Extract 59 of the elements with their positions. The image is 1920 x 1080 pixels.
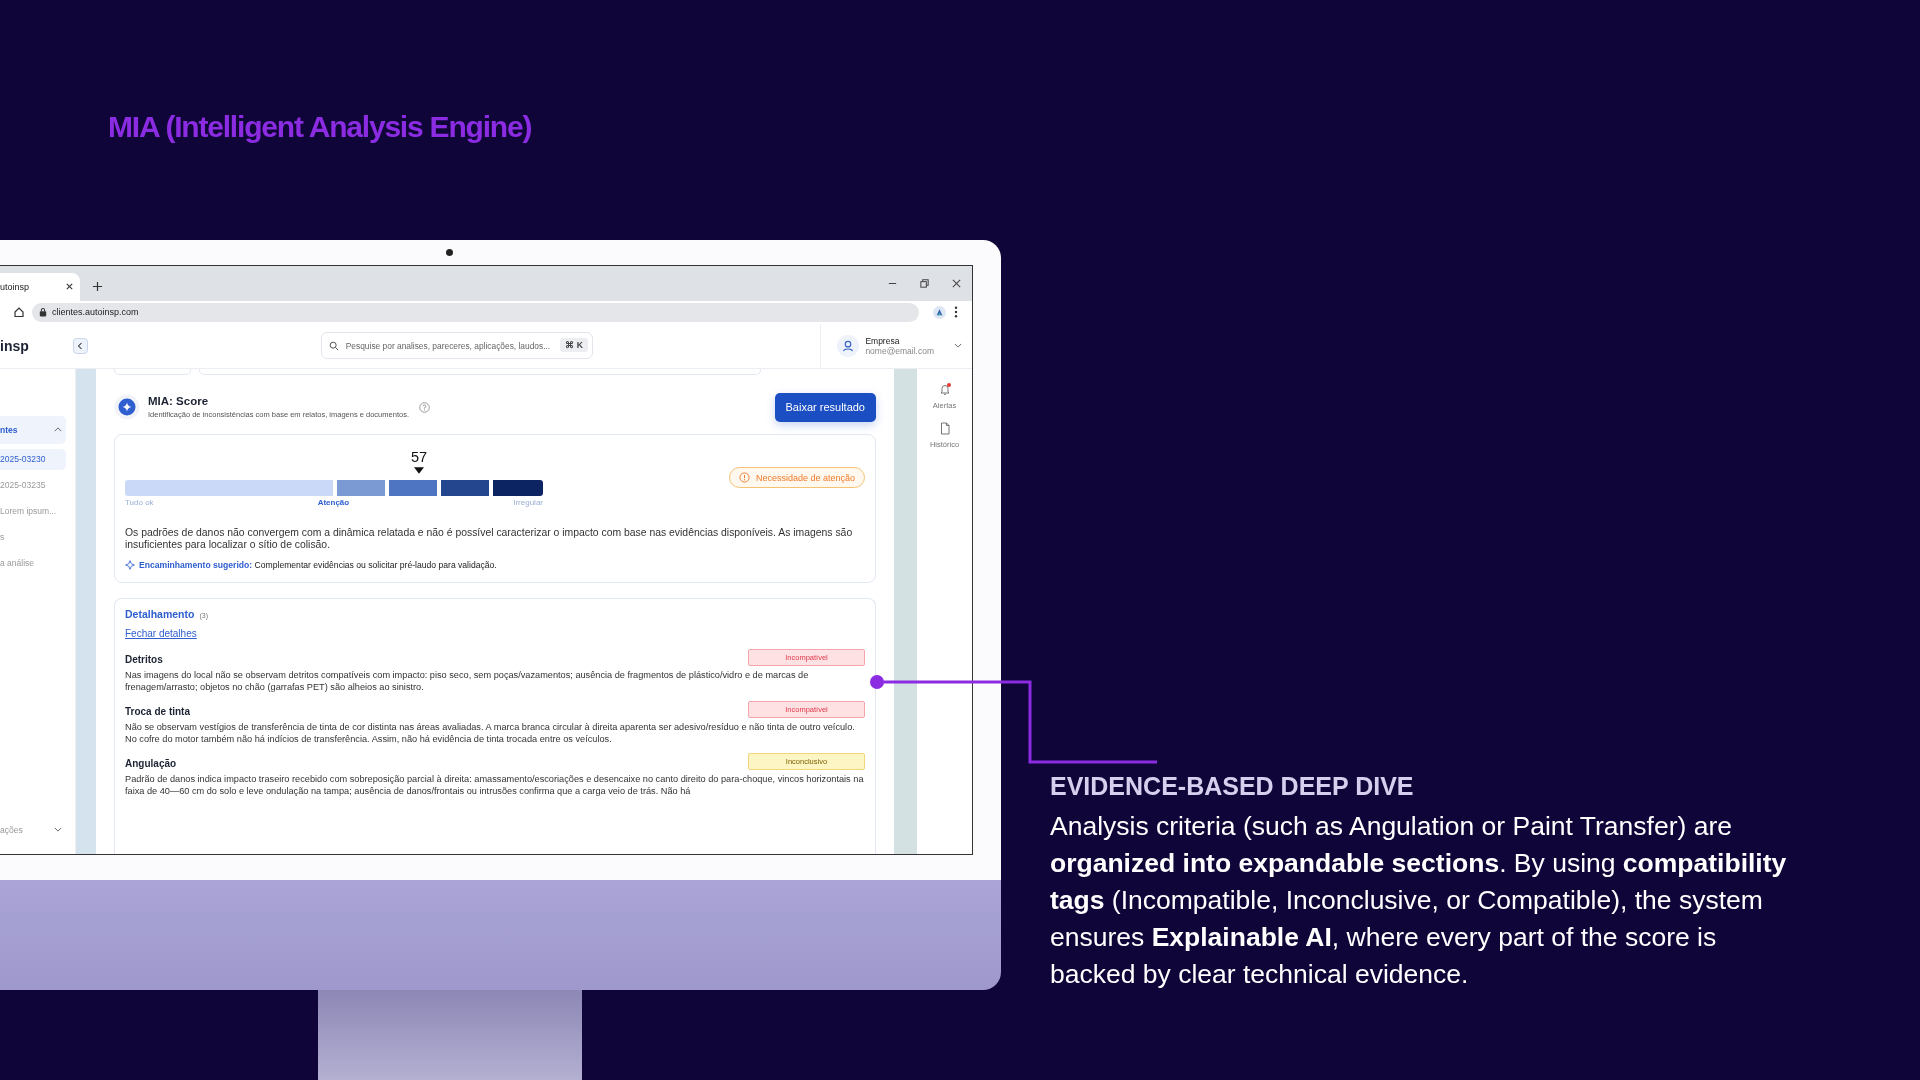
home-icon[interactable] [13, 306, 25, 319]
criterion-title: Detritos [125, 653, 163, 666]
callout-text: Analysis criteria (such as Angulation or Paint Transfer) are organized into expandable sections. By using compatibility tags (Incompatible, Inconclusive, or Compatible), the system ensures Explainable AI, where every part of the score is backed by clear technical evidence. [1050, 810, 1788, 991]
scale-label: Tudo ok [125, 497, 154, 507]
scale-label: Atenção [317, 497, 350, 507]
sidebar-item[interactable]: a análise [0, 552, 66, 574]
bell-icon [938, 382, 951, 396]
callout-heading: EVIDENCE-BASED DEEP DIVE [1050, 771, 1415, 802]
user-email: nome@email.com [865, 345, 934, 356]
chevron-down-icon[interactable] [954, 343, 962, 349]
sparkle-icon [114, 394, 140, 421]
scale-segment [389, 479, 437, 496]
plus-icon[interactable] [92, 280, 103, 292]
user-avatar-icon[interactable] [837, 334, 860, 357]
sidebar-item[interactable]: 2025-03230 [0, 448, 66, 470]
company-name: Empresa [865, 335, 901, 346]
suggestion-text: Encaminhamento sugerido: Complementar evidências ou solicitar pré-laudo para validação. [139, 559, 497, 570]
criterion-text: Nas imagens do local não se observam detritos compatíveis com impacto: piso seco, sem poças/vazamentos; ausência de fragmentos de plástico/vidro e de marcas de frenagem/arrasto; objetos no chão (garrafas PET) são alheios ao sinistro. [125, 668, 810, 693]
close-icon[interactable] [65, 282, 74, 292]
details-title: Detalhamento [125, 607, 195, 620]
address-bar[interactable]: clientes.autoinsp.com [32, 302, 919, 322]
score-value: 57 [410, 448, 428, 465]
more-icon[interactable] [954, 306, 958, 319]
sidebar-item[interactable]: s [0, 526, 66, 548]
shortcut-badge: ⌘ K [560, 338, 588, 353]
sidebar-item[interactable]: ações [0, 819, 66, 840]
criterion-text: Não se observam vestígios de transferência de tinta de cor distinta nas áreas avaliadas. A marca branca circular à direita aparenta ser adesivo/resíduo e não tinta de outro veículo. No cofre do motor também não há indícios de transferência. Assim, não há evidência de tinta trocada entre os veículos. [125, 720, 856, 745]
extension-icon[interactable] [933, 305, 946, 319]
scale-segment [337, 479, 385, 496]
scale-label: Irregular [513, 497, 543, 507]
scale-segment [493, 479, 543, 496]
sidebar-item[interactable]: ntes [0, 415, 66, 444]
chevron-up-icon [54, 427, 62, 433]
sidebar-item[interactable]: Lorem ipsum... [0, 500, 66, 522]
criterion-title: Angulação [125, 757, 177, 770]
filter-field[interactable] [114, 368, 191, 375]
scale-segment [441, 479, 489, 496]
browser-tab[interactable]: utoinsp [0, 272, 80, 301]
close-details-link[interactable]: Fechar detalhes [125, 627, 197, 639]
collapse-button[interactable] [72, 337, 88, 354]
sidebar-item[interactable]: 2025-03235 [0, 474, 66, 496]
app-logo: insp [0, 337, 29, 354]
document-icon [938, 421, 951, 435]
score-title: MIA: Score [148, 395, 210, 408]
slide-title: MIA (Intelligent Analysis Engine) [108, 109, 532, 145]
restore-icon[interactable] [919, 277, 930, 289]
chevron-left-icon [77, 341, 84, 350]
score-summary: Os padrões de danos não convergem com a dinâmica relatada e não é possível caracterizar o impacto com base nas evidências disponíveis. As imagens são insuficientes para localizar o sítio de colisão. [125, 526, 854, 551]
close-icon[interactable] [951, 277, 962, 289]
status-badge: Necessidade de atenção [728, 467, 865, 489]
download-button[interactable]: Baixar resultado [774, 392, 876, 422]
camera-icon [446, 248, 453, 256]
sparkle-icon [125, 559, 135, 570]
criterion-text: Padrão de danos indica impacto traseiro recebido com sobreposição parcial à direita: amassamento/escoriações e desencaixe no canto direito do para-choque, vincos horizontais na faixa de 40—60 cm do solo e leve ondulação na tampa; ausência de danos/frontais ou intrusões confirma que a carga veio de trás. Não há [125, 772, 865, 797]
search-icon [328, 340, 339, 351]
filter-field[interactable] [199, 368, 761, 375]
criterion-title: Troca de tinta [125, 705, 190, 718]
lock-icon [39, 307, 47, 318]
chevron-down-icon [54, 827, 62, 832]
